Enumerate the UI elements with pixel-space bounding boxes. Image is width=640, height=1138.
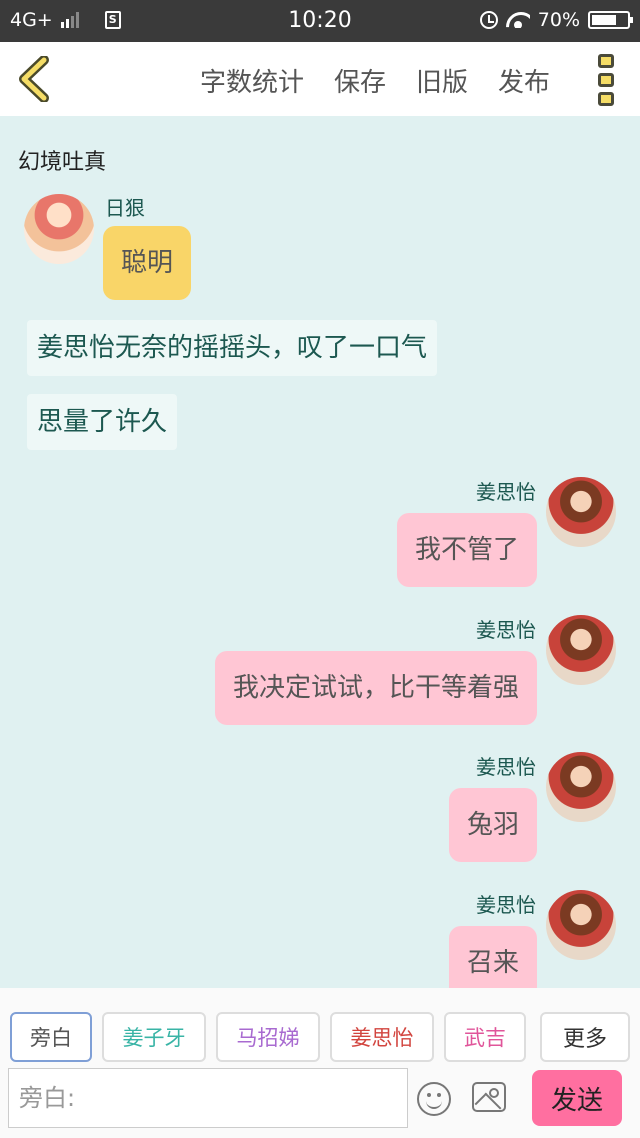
message-bubble[interactable]: 我不管了 — [396, 513, 537, 587]
alarm-icon — [479, 11, 498, 29]
battery-icon — [588, 11, 633, 29]
sender-name: 姜思怡 — [476, 755, 536, 779]
role-tab[interactable]: 武吉 — [444, 1012, 526, 1062]
send-button[interactable]: 发送 — [532, 1070, 622, 1126]
avatar[interactable] — [546, 890, 616, 960]
chat-area[interactable]: 幻境吐真 日狠 聪明 姜思怡无奈的摇摇头，叹了一口气 思量了许久 姜思怡 我不管… — [0, 116, 640, 988]
avatar[interactable] — [546, 752, 616, 822]
role-tab[interactable]: 马招娣 — [216, 1012, 320, 1062]
narration-message[interactable]: 思量了许久 — [27, 394, 178, 450]
dot-icon — [598, 73, 614, 87]
old-version-button[interactable]: 旧版 — [416, 62, 468, 99]
message-input[interactable] — [8, 1068, 408, 1128]
message-bubble[interactable]: 聪明 — [103, 226, 192, 300]
dot-icon — [598, 92, 614, 106]
chevron-left-icon — [19, 55, 49, 103]
avatar[interactable] — [546, 477, 616, 547]
back-button[interactable] — [14, 55, 58, 103]
status-bar: 4G+ S 10:20 70% — [0, 0, 640, 42]
top-toolbar: 字数统计 保存 旧版 发布 — [0, 42, 640, 116]
publish-button[interactable]: 发布 — [498, 62, 550, 99]
sender-name: 姜思怡 — [476, 893, 536, 917]
battery-percent: 70% — [537, 9, 580, 31]
dot-icon — [598, 54, 614, 68]
message-bubble[interactable]: 兔羽 — [448, 788, 537, 862]
emoji-icon[interactable] — [417, 1082, 451, 1116]
message-bubble[interactable]: 召来 — [448, 926, 537, 988]
chat-title: 幻境吐真 — [18, 150, 107, 175]
avatar[interactable] — [24, 194, 94, 264]
more-menu-button[interactable] — [598, 54, 618, 106]
image-icon[interactable] — [472, 1082, 506, 1112]
narration-message[interactable]: 姜思怡无奈的摇摇头，叹了一口气 — [27, 320, 438, 376]
more-roles-button[interactable]: 更多 — [540, 1012, 630, 1062]
sender-name: 姜思怡 — [476, 618, 536, 642]
sender-name: 姜思怡 — [476, 480, 536, 504]
compose-panel: 旁白 姜子牙 马招娣 姜思怡 武吉 更多 发送 — [0, 988, 640, 1138]
sender-name: 日狠 — [105, 196, 145, 220]
avatar[interactable] — [546, 615, 616, 685]
wifi-icon — [506, 12, 530, 28]
word-count-button[interactable]: 字数统计 — [200, 62, 304, 99]
role-tab[interactable]: 姜思怡 — [330, 1012, 434, 1062]
role-selector: 旁白 姜子牙 马招娣 姜思怡 武吉 — [10, 1012, 526, 1062]
role-tab[interactable]: 旁白 — [10, 1012, 92, 1062]
save-button[interactable]: 保存 — [334, 62, 386, 99]
message-bubble[interactable]: 我决定试试，比干等着强 — [214, 651, 537, 725]
role-tab[interactable]: 姜子牙 — [102, 1012, 206, 1062]
